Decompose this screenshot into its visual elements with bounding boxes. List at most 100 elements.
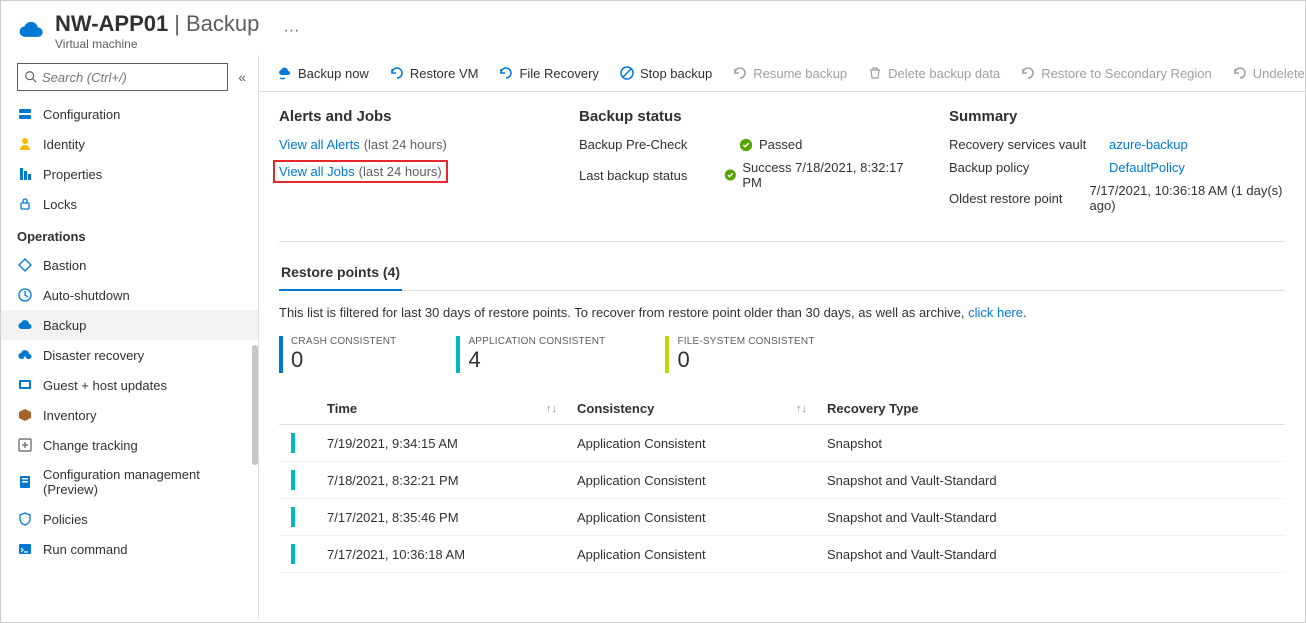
scrollbar[interactable]	[252, 345, 258, 465]
sidebar: « Configuration Identity Properties Lock…	[1, 55, 259, 618]
backup-now-button[interactable]: Backup now	[269, 61, 377, 85]
backup-status-section: Backup status Backup Pre-Check Passed La…	[579, 108, 909, 221]
stop-backup-button[interactable]: Stop backup	[611, 61, 720, 85]
more-button[interactable]: ···	[283, 22, 299, 40]
disaster-icon	[17, 347, 33, 363]
cell-consistency: Application Consistent	[577, 436, 827, 451]
column-consistency[interactable]: Consistency↑↓	[577, 401, 827, 416]
vault-label: Recovery services vault	[949, 137, 1109, 152]
cell-time: 7/17/2021, 10:36:18 AM	[327, 547, 577, 562]
divider	[279, 241, 1285, 242]
sidebar-item-policies[interactable]: Policies	[1, 504, 258, 534]
sidebar-section-operations: Operations	[1, 219, 258, 250]
restore-vm-button[interactable]: Restore VM	[381, 61, 487, 85]
summary-section: Summary Recovery services vault azure-ba…	[949, 108, 1285, 221]
view-all-alerts-link[interactable]: View all Alerts (last 24 hours)	[279, 137, 539, 152]
vault-link[interactable]: azure-backup	[1109, 137, 1188, 152]
cell-recovery: Snapshot and Vault-Standard	[827, 510, 1285, 525]
restore-secondary-button: Restore to Secondary Region	[1012, 61, 1220, 85]
restore-secondary-icon	[1020, 65, 1036, 81]
sidebar-item-properties[interactable]: Properties	[1, 159, 258, 189]
stat-application-consistent: APPLICATION CONSISTENT 4	[456, 336, 605, 373]
sidebar-item-configuration[interactable]: Configuration	[1, 99, 258, 129]
cell-recovery: Snapshot	[827, 436, 1285, 451]
delete-backup-button: Delete backup data	[859, 61, 1008, 85]
bastion-icon	[17, 257, 33, 273]
terminal-icon	[17, 541, 33, 557]
success-icon	[739, 138, 753, 152]
column-time[interactable]: Time↑↓	[327, 401, 577, 416]
tab-restore-points[interactable]: Restore points (4)	[279, 258, 402, 290]
precheck-label: Backup Pre-Check	[579, 137, 739, 152]
sidebar-item-bastion[interactable]: Bastion	[1, 250, 258, 280]
undelete-icon	[1232, 65, 1248, 81]
section-name: Backup	[186, 11, 259, 37]
row-indicator	[291, 433, 295, 453]
sidebar-item-disaster-recovery[interactable]: Disaster recovery	[1, 340, 258, 370]
server-icon	[17, 106, 33, 122]
cell-time: 7/18/2021, 8:32:21 PM	[327, 473, 577, 488]
vm-name: NW-APP01	[55, 11, 168, 37]
sort-icon: ↑↓	[796, 403, 807, 415]
file-recovery-button[interactable]: File Recovery	[490, 61, 606, 85]
sidebar-item-guest-host-updates[interactable]: Guest + host updates	[1, 370, 258, 400]
restore-points-table: Time↑↓ Consistency↑↓ Recovery Type 7/19/…	[279, 393, 1285, 573]
cell-time: 7/19/2021, 9:34:15 AM	[327, 436, 577, 451]
trash-icon	[867, 65, 883, 81]
precheck-value: Passed	[759, 137, 802, 152]
row-indicator	[291, 470, 295, 490]
policy-link[interactable]: DefaultPolicy	[1109, 160, 1185, 175]
sidebar-item-run-command[interactable]: Run command	[1, 534, 258, 564]
search-input[interactable]	[17, 63, 228, 91]
lock-icon	[17, 196, 33, 212]
tabs: Restore points (4)	[279, 258, 1285, 291]
view-all-jobs-link[interactable]: View all Jobs (last 24 hours)	[273, 160, 448, 183]
sidebar-item-locks[interactable]: Locks	[1, 189, 258, 219]
main-content: Backup now Restore VM File Recovery Stop…	[259, 55, 1305, 618]
cell-consistency: Application Consistent	[577, 547, 827, 562]
vm-icon	[17, 17, 45, 45]
sidebar-item-change-tracking[interactable]: Change tracking	[1, 430, 258, 460]
table-header: Time↑↓ Consistency↑↓ Recovery Type	[279, 393, 1285, 425]
resume-icon	[732, 65, 748, 81]
stop-icon	[619, 65, 635, 81]
table-row[interactable]: 7/17/2021, 8:35:46 PMApplication Consist…	[279, 499, 1285, 536]
collapse-sidebar-button[interactable]: «	[238, 69, 246, 85]
updates-icon	[17, 377, 33, 393]
row-indicator	[291, 544, 295, 564]
backup-now-icon	[277, 65, 293, 81]
restore-icon	[389, 65, 405, 81]
table-row[interactable]: 7/17/2021, 10:36:18 AMApplication Consis…	[279, 536, 1285, 573]
file-recovery-icon	[498, 65, 514, 81]
stat-crash-consistent: CRASH CONSISTENT 0	[279, 336, 396, 373]
policies-icon	[17, 511, 33, 527]
page-title: NW-APP01 | Backup	[55, 11, 259, 37]
resource-type: Virtual machine	[55, 37, 259, 51]
filter-text: This list is filtered for last 30 days o…	[279, 305, 1285, 320]
sidebar-item-inventory[interactable]: Inventory	[1, 400, 258, 430]
sidebar-item-identity[interactable]: Identity	[1, 129, 258, 159]
consistency-stats: CRASH CONSISTENT 0 APPLICATION CONSISTEN…	[279, 336, 1285, 373]
cell-recovery: Snapshot and Vault-Standard	[827, 547, 1285, 562]
cell-recovery: Snapshot and Vault-Standard	[827, 473, 1285, 488]
table-row[interactable]: 7/19/2021, 9:34:15 AMApplication Consist…	[279, 425, 1285, 462]
config-mgmt-icon	[17, 474, 33, 490]
page-header: NW-APP01 | Backup Virtual machine ···	[1, 1, 1305, 55]
alerts-jobs-section: Alerts and Jobs View all Alerts (last 24…	[279, 108, 539, 221]
properties-icon	[17, 166, 33, 182]
column-recovery[interactable]: Recovery Type	[827, 401, 1285, 416]
oldest-label: Oldest restore point	[949, 191, 1090, 206]
click-here-link[interactable]: click here	[968, 305, 1023, 320]
backup-icon	[17, 317, 33, 333]
undelete-button: Undelete	[1224, 61, 1305, 85]
sidebar-item-auto-shutdown[interactable]: Auto-shutdown	[1, 280, 258, 310]
sidebar-item-configuration-management[interactable]: Configuration management (Preview)	[1, 460, 258, 504]
last-backup-value: Success 7/18/2021, 8:32:17 PM	[742, 160, 909, 190]
sidebar-item-backup[interactable]: Backup	[1, 310, 258, 340]
clock-icon	[17, 287, 33, 303]
table-row[interactable]: 7/18/2021, 8:32:21 PMApplication Consist…	[279, 462, 1285, 499]
sort-icon: ↑↓	[546, 403, 557, 415]
stat-filesystem-consistent: FILE-SYSTEM CONSISTENT 0	[665, 336, 814, 373]
inventory-icon	[17, 407, 33, 423]
policy-label: Backup policy	[949, 160, 1109, 175]
